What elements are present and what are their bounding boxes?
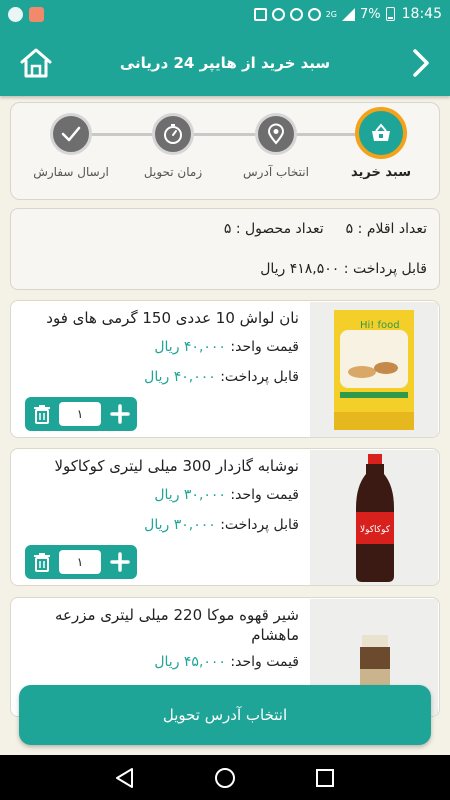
- plus-icon: [110, 552, 130, 572]
- step-label: ارسال سفارش: [33, 165, 109, 179]
- step-label: زمان تحویل: [143, 165, 203, 179]
- increase-button[interactable]: [109, 551, 131, 573]
- unit-price-row: قیمت واحد: ۳۰,۰۰۰ ریال: [21, 487, 299, 503]
- signal-icon: [342, 7, 356, 21]
- product-name: نان لواش 10 عددی 150 گرمی های فود: [46, 309, 299, 327]
- quantity-stepper: ۱: [25, 545, 137, 579]
- unit-price-label: قیمت واحد:: [230, 339, 299, 355]
- unit-price-value: ۳۰,۰۰۰ ریال: [154, 487, 226, 503]
- items-count: تعداد اقلام : ۵: [345, 221, 427, 237]
- step-select-address: انتخاب آدرس: [236, 113, 316, 179]
- battery-icon: [385, 7, 395, 21]
- unit-price-row: قیمت واحد: ۴۰,۰۰۰ ریال: [21, 339, 299, 355]
- quantity-value[interactable]: ۱: [59, 402, 101, 426]
- unit-price-label: قیمت واحد:: [230, 654, 299, 670]
- remove-button[interactable]: [31, 551, 53, 573]
- payable-row: قابل پرداخت: ۳۰,۰۰۰ ریال: [21, 517, 299, 533]
- plus-icon: [110, 404, 130, 424]
- step-cart: سبد خرید: [341, 107, 421, 180]
- quantity-stepper: ۱: [25, 397, 137, 431]
- chevron-right-icon: [413, 49, 429, 77]
- remove-button[interactable]: [31, 403, 53, 425]
- back-button[interactable]: [406, 47, 436, 79]
- trash-icon: [34, 405, 50, 424]
- payable-value: ۴۰,۰۰۰ ریال: [144, 369, 216, 385]
- payable-label: قابل پرداخت:: [220, 369, 299, 385]
- payable-row: قابل پرداخت: ۴۰,۰۰۰ ریال: [21, 369, 299, 385]
- product-brand-text: Hi! food: [360, 320, 400, 331]
- square-recents-icon: [316, 769, 334, 787]
- vibrate-icon: [253, 7, 267, 21]
- status-bar: 2G 7% 18:45: [0, 0, 450, 30]
- step-label: انتخاب آدرس: [243, 165, 309, 179]
- battery-percent: 7%: [360, 6, 381, 22]
- location-pin-icon: [267, 123, 285, 145]
- nav-home-button[interactable]: [212, 765, 238, 791]
- triangle-back-icon: [116, 768, 133, 788]
- system-nav-bar: [0, 755, 450, 800]
- increase-button[interactable]: [109, 403, 131, 425]
- stopwatch-icon: [164, 124, 182, 144]
- product-name: نوشابه گازدار 300 میلی لیتری کوکاکولا: [54, 457, 299, 475]
- product-image: Hi! food: [310, 302, 438, 437]
- payable-value: ۳۰,۰۰۰ ریال: [144, 517, 216, 533]
- step-label: سبد خرید: [351, 165, 411, 180]
- step-delivery-time: زمان تحویل: [133, 113, 213, 179]
- home-button[interactable]: [18, 45, 54, 81]
- payable-label: قابل پرداخت:: [220, 517, 299, 533]
- circle-home-icon: [215, 768, 235, 788]
- wifi-icon: [307, 7, 321, 21]
- cart-item: Hi! food نان لواش 10 عددی 150 گرمی های ف…: [10, 300, 440, 438]
- total-payable: قابل پرداخت : ۴۱۸,۵۰۰ ریال: [260, 261, 427, 277]
- product-name: شیر قهوه موکا 220 میلی لیتری مزرعه ماهشا…: [54, 606, 299, 644]
- unit-price-label: قیمت واحد:: [230, 487, 299, 503]
- product-brand-text: کوکاکولا: [360, 525, 391, 535]
- gallery-notification-icon: [29, 7, 44, 22]
- chat-notification-icon: [8, 7, 23, 22]
- nav-back-button[interactable]: [112, 765, 138, 791]
- cart-summary: تعداد اقلام : ۵ تعداد محصول : ۵ قابل پرد…: [10, 208, 440, 290]
- alarm-icon: [271, 7, 285, 21]
- clock: 18:45: [401, 6, 442, 22]
- quantity-value[interactable]: ۱: [59, 550, 101, 574]
- select-delivery-address-button[interactable]: انتخاب آدرس تحویل: [19, 685, 431, 745]
- step-send-order: ارسال سفارش: [31, 113, 111, 179]
- basket-icon: [372, 123, 390, 141]
- nav-recents-button[interactable]: [312, 765, 338, 791]
- product-image: کوکاکولا: [310, 450, 438, 585]
- products-count: تعداد محصول : ۵: [223, 221, 324, 237]
- eye-icon: [289, 7, 303, 21]
- app-bar: سبد خرید از هایپر 24 دریانی: [0, 30, 450, 96]
- home-icon: [20, 48, 52, 78]
- network-type: 2G: [325, 9, 338, 19]
- check-icon: [61, 126, 81, 142]
- unit-price-row: قیمت واحد: ۴۵,۰۰۰ ریال: [21, 654, 299, 670]
- page-title: سبد خرید از هایپر 24 دریانی: [119, 54, 331, 72]
- unit-price-value: ۴۰,۰۰۰ ریال: [154, 339, 226, 355]
- trash-icon: [34, 553, 50, 572]
- unit-price-value: ۴۵,۰۰۰ ریال: [154, 654, 226, 670]
- order-stepper: ارسال سفارش زمان تحویل انتخاب آدرس سبد خ…: [10, 102, 440, 200]
- cart-item: کوکاکولا نوشابه گازدار 300 میلی لیتری کو…: [10, 448, 440, 586]
